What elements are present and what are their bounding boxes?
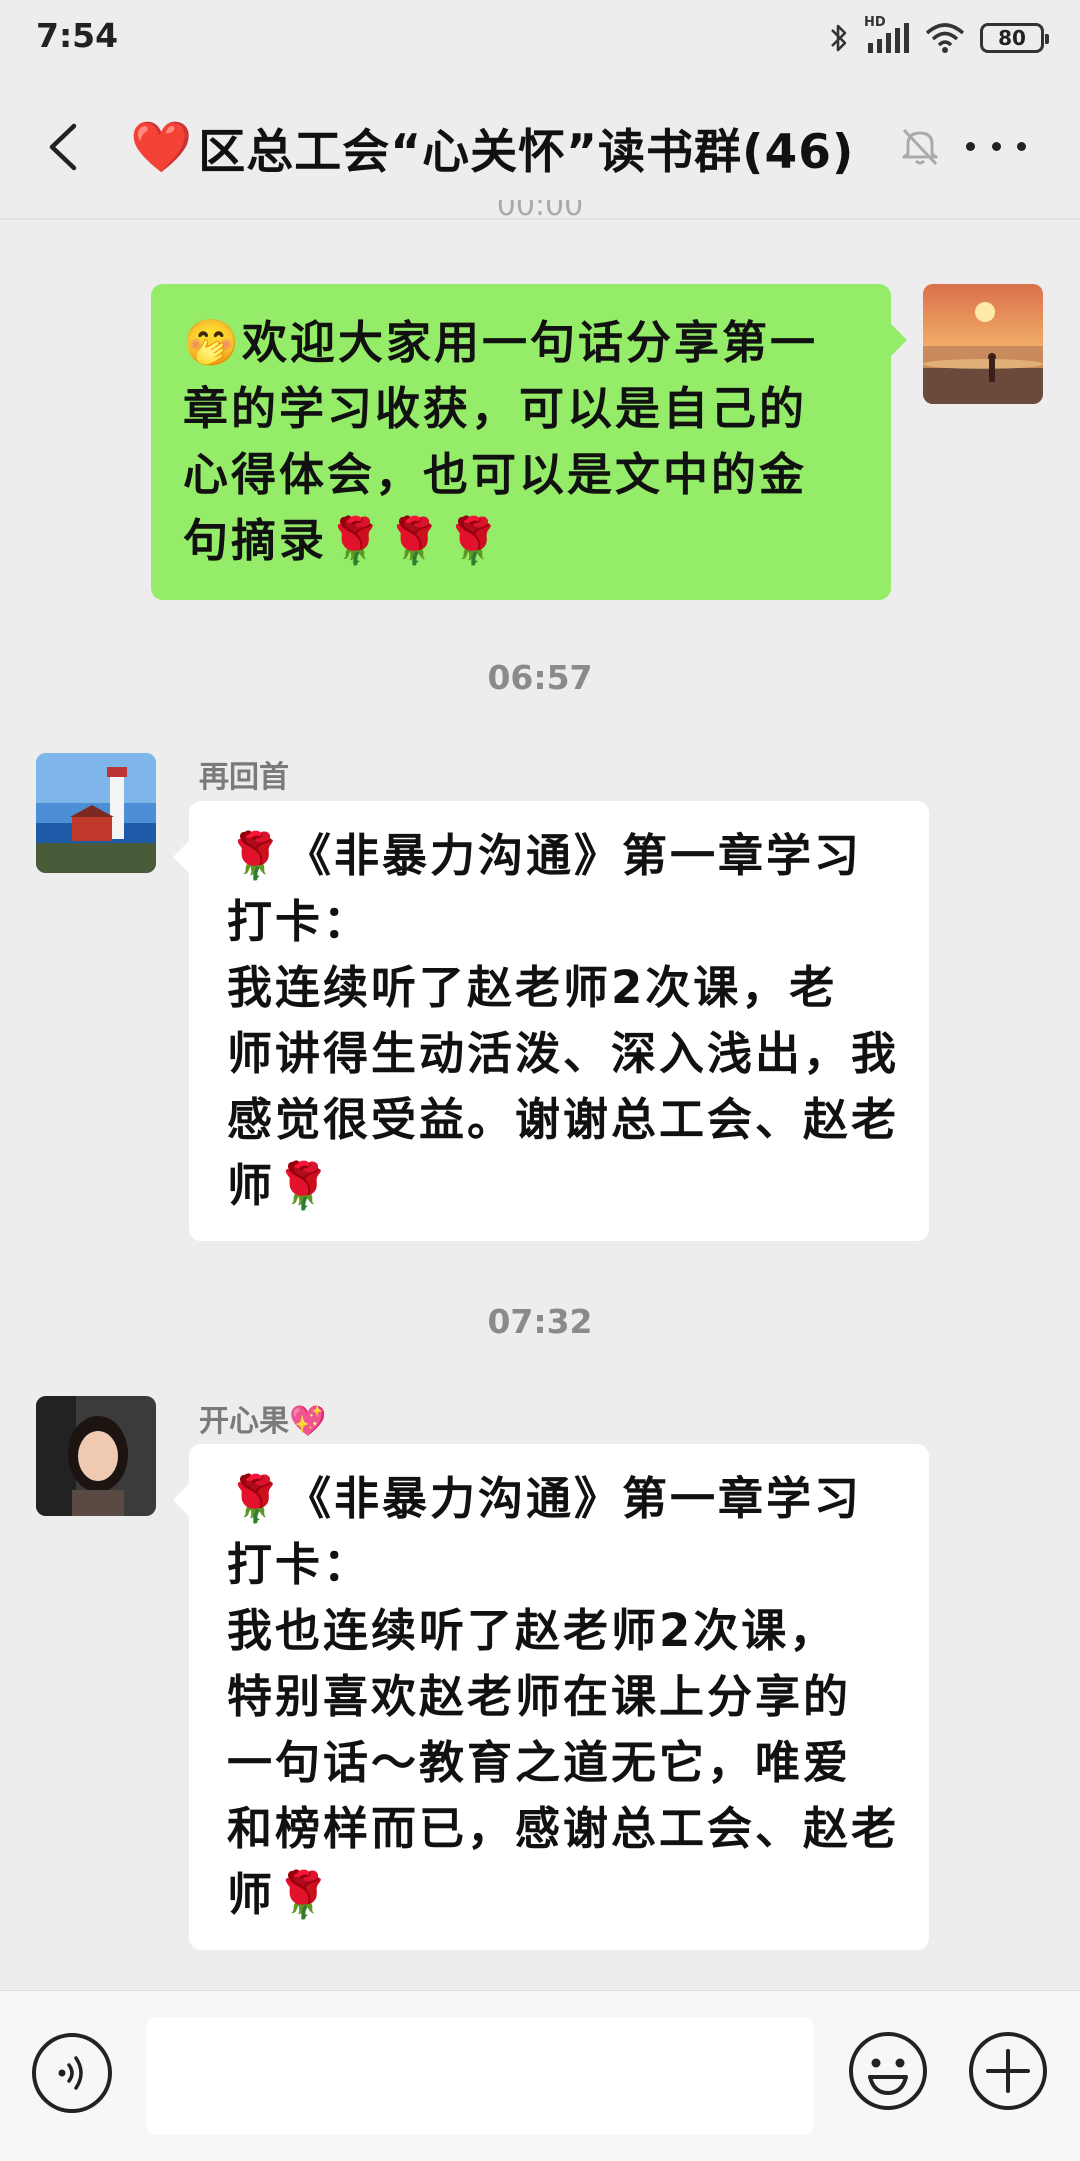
status-icons: HD 80 <box>828 15 1049 58</box>
time-separator: 07:32 <box>487 1302 593 1341</box>
chat-title: ❤️ 区总工会“心关怀”读书群(46) <box>130 112 854 182</box>
message-line: 打卡： <box>227 1538 372 1591</box>
message-line: 师🌹 <box>227 1868 335 1921</box>
message-input[interactable] <box>146 2017 814 2135</box>
message-line: 句摘录🌹🌹🌹 <box>183 514 505 567</box>
heart-emoji: ❤️ <box>130 117 193 176</box>
message-line: 师讲得生动活泼、深入浅出，我 <box>227 1027 900 1080</box>
emoji-icon[interactable] <box>846 2029 930 2113</box>
message-bubble[interactable]: 🌹《非暴力沟通》第一章学习 打卡： 我连续听了赵老师2次课，老 师讲得生动活泼、… <box>173 801 929 1241</box>
back-icon[interactable] <box>38 112 88 182</box>
message-bubble-me[interactable]: 🤭欢迎大家用一句话分享第一 章的学习收获，可以是自己的 心得体会，也可以是文中的… <box>151 284 907 600</box>
time-separator: 06:57 <box>487 658 593 697</box>
message-line: 师🌹 <box>227 1159 335 1212</box>
wifi-icon <box>925 23 965 53</box>
battery-icon: 80 <box>980 23 1049 53</box>
message-line: 章的学习收获，可以是自己的 <box>183 382 808 435</box>
message-line: 心得体会，也可以是文中的金 <box>183 448 808 501</box>
message-line: 感觉很受益。谢谢总工会、赵老 <box>227 1093 900 1146</box>
message-line: 特别喜欢赵老师在课上分享的 <box>227 1670 852 1723</box>
sender-name: 开心果💖 <box>199 1404 327 1439</box>
sender-avatar[interactable] <box>36 1396 156 1516</box>
message-line: 我连续听了赵老师2次课，老 <box>227 961 838 1014</box>
mute-bell-icon <box>902 128 938 166</box>
input-bar <box>0 1990 1080 2161</box>
message-bubble[interactable]: 🌹《非暴力沟通》第一章学习 打卡： 我也连续听了赵老师2次课， 特别喜欢赵老师在… <box>173 1444 929 1950</box>
message-line: 🌹《非暴力沟通》第一章学习 <box>227 1472 863 1525</box>
message-line: 🌹《非暴力沟通》第一章学习 <box>227 829 863 882</box>
sender-avatar[interactable] <box>36 753 156 873</box>
plus-icon[interactable] <box>966 2029 1050 2113</box>
battery-level: 80 <box>998 26 1026 50</box>
message-line: 🤭欢迎大家用一句话分享第一 <box>183 316 819 369</box>
message-line: 我也连续听了赵老师2次课， <box>227 1604 838 1657</box>
partial-timestamp: 00:00 <box>496 200 584 223</box>
message-line: 一句话～教育之道无它，唯爱 <box>227 1736 852 1789</box>
more-options-icon[interactable] <box>966 142 1026 156</box>
chat-area[interactable]: 🤭欢迎大家用一句话分享第一 章的学习收获，可以是自己的 心得体会，也可以是文中的… <box>0 222 1080 1990</box>
group-name: 区总工会“心关怀”读书群(46) <box>198 124 855 180</box>
sender-name: 再回首 <box>199 760 289 795</box>
voice-input-icon[interactable] <box>32 2033 112 2113</box>
bluetooth-icon <box>831 24 847 52</box>
message-line: 和榜样而已，感谢总工会、赵老 <box>227 1802 900 1855</box>
status-bar: 7:54 HD 80 <box>0 0 1080 72</box>
status-time: 7:54 <box>36 16 119 55</box>
my-avatar[interactable] <box>923 284 1043 404</box>
header-divider <box>0 218 1080 220</box>
signal-icon: HD <box>864 15 910 55</box>
message-line: 打卡： <box>227 895 372 948</box>
